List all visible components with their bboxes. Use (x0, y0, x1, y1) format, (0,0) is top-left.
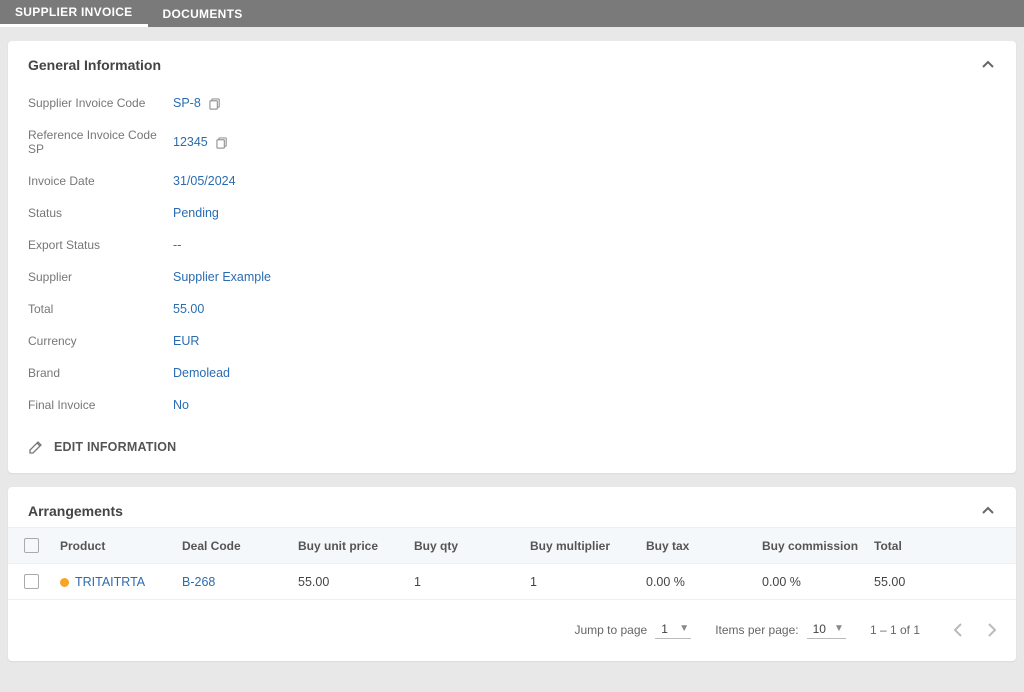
tab-documents[interactable]: DOCUMENTS (148, 0, 258, 27)
cell-product[interactable]: TRITAITRTA (60, 575, 182, 589)
label-reference-invoice-code: Reference Invoice Code SP (28, 128, 173, 156)
value-export-status: -- (173, 238, 181, 252)
tab-bar: SUPPLIER INVOICE DOCUMENTS (0, 0, 1024, 27)
th-total[interactable]: Total (874, 539, 1010, 553)
copy-icon[interactable] (209, 98, 222, 111)
label-export-status: Export Status (28, 238, 173, 252)
dropdown-icon: ▼ (834, 623, 844, 634)
value-final-invoice: No (173, 398, 189, 412)
copy-icon[interactable] (216, 137, 229, 150)
edit-information-button[interactable]: EDIT INFORMATION (8, 425, 1016, 473)
general-info-rows: Supplier Invoice Code SP-8 Reference Inv… (8, 81, 1016, 425)
row-total: Total 55.00 (28, 293, 996, 325)
pencil-icon (28, 439, 44, 455)
th-buy-qty[interactable]: Buy qty (414, 539, 530, 553)
card-header-general: General Information (8, 41, 1016, 81)
row-export-status: Export Status -- (28, 229, 996, 261)
label-brand: Brand (28, 366, 173, 380)
collapse-icon[interactable] (980, 503, 996, 519)
card-header-arrangements: Arrangements (8, 487, 1016, 527)
table-row: TRITAITRTA B-268 55.00 1 1 0.00 % 0.00 %… (8, 564, 1016, 600)
value-invoice-date: 31/05/2024 (173, 174, 236, 188)
table-header: Product Deal Code Buy unit price Buy qty… (8, 527, 1016, 564)
pagination: Jump to page 1 ▼ Items per page: 10 ▼ 1 … (8, 600, 1016, 661)
pager-arrows (952, 621, 998, 639)
cell-buy-unit-price: 55.00 (298, 575, 414, 589)
cell-buy-tax: 0.00 % (646, 575, 762, 589)
jump-label: Jump to page (574, 623, 647, 637)
collapse-icon[interactable] (980, 57, 996, 73)
row-supplier: Supplier Supplier Example (28, 261, 996, 293)
select-all-checkbox[interactable] (24, 538, 39, 553)
per-page-value: 10 (813, 622, 826, 636)
label-supplier-invoice-code: Supplier Invoice Code (28, 96, 173, 110)
th-product[interactable]: Product (60, 539, 182, 553)
tab-supplier-invoice[interactable]: SUPPLIER INVOICE (0, 0, 148, 27)
row-reference-invoice-code: Reference Invoice Code SP 12345 (28, 119, 996, 165)
dropdown-icon: ▼ (679, 623, 689, 634)
row-final-invoice: Final Invoice No (28, 389, 996, 421)
cell-total: 55.00 (874, 575, 1010, 589)
status-dot-icon (60, 578, 69, 587)
label-status: Status (28, 206, 173, 220)
th-deal-code[interactable]: Deal Code (182, 539, 298, 553)
per-page-label: Items per page: (715, 623, 798, 637)
label-final-invoice: Final Invoice (28, 398, 173, 412)
row-supplier-invoice-code: Supplier Invoice Code SP-8 (28, 87, 996, 119)
edit-information-label: EDIT INFORMATION (54, 440, 176, 454)
jump-to-page: Jump to page 1 ▼ (574, 620, 691, 639)
row-brand: Brand Demolead (28, 357, 996, 389)
card-arrangements: Arrangements Product Deal Code Buy unit … (8, 487, 1016, 661)
th-buy-unit-price[interactable]: Buy unit price (298, 539, 414, 553)
cell-buy-commission: 0.00 % (762, 575, 874, 589)
next-page-icon[interactable] (986, 621, 998, 639)
label-invoice-date: Invoice Date (28, 174, 173, 188)
items-per-page: Items per page: 10 ▼ (715, 620, 846, 639)
cell-product-text: TRITAITRTA (75, 575, 145, 589)
general-title: General Information (28, 57, 161, 73)
arrangements-title: Arrangements (28, 503, 123, 519)
cell-buy-multiplier: 1 (530, 575, 646, 589)
row-status: Status Pending (28, 197, 996, 229)
th-buy-commission[interactable]: Buy commission (762, 539, 874, 553)
cell-buy-qty: 1 (414, 575, 530, 589)
cell-deal-code[interactable]: B-268 (182, 575, 298, 589)
arrangements-table: Product Deal Code Buy unit price Buy qty… (8, 527, 1016, 600)
value-total: 55.00 (173, 302, 204, 316)
value-status: Pending (173, 206, 219, 220)
th-buy-tax[interactable]: Buy tax (646, 539, 762, 553)
value-currency: EUR (173, 334, 199, 348)
value-supplier-invoice-code: SP-8 (173, 96, 201, 110)
per-page-select[interactable]: 10 ▼ (807, 620, 846, 639)
value-brand[interactable]: Demolead (173, 366, 230, 380)
prev-page-icon[interactable] (952, 621, 964, 639)
row-currency: Currency EUR (28, 325, 996, 357)
row-invoice-date: Invoice Date 31/05/2024 (28, 165, 996, 197)
card-general-information: General Information Supplier Invoice Cod… (8, 41, 1016, 473)
page-range: 1 – 1 of 1 (870, 623, 920, 637)
jump-page-value: 1 (661, 622, 668, 636)
row-checkbox[interactable] (24, 574, 39, 589)
label-supplier: Supplier (28, 270, 173, 284)
label-currency: Currency (28, 334, 173, 348)
value-supplier[interactable]: Supplier Example (173, 270, 271, 284)
value-reference-invoice-code: 12345 (173, 135, 208, 149)
jump-page-select[interactable]: 1 ▼ (655, 620, 691, 639)
th-buy-multiplier[interactable]: Buy multiplier (530, 539, 646, 553)
label-total: Total (28, 302, 173, 316)
